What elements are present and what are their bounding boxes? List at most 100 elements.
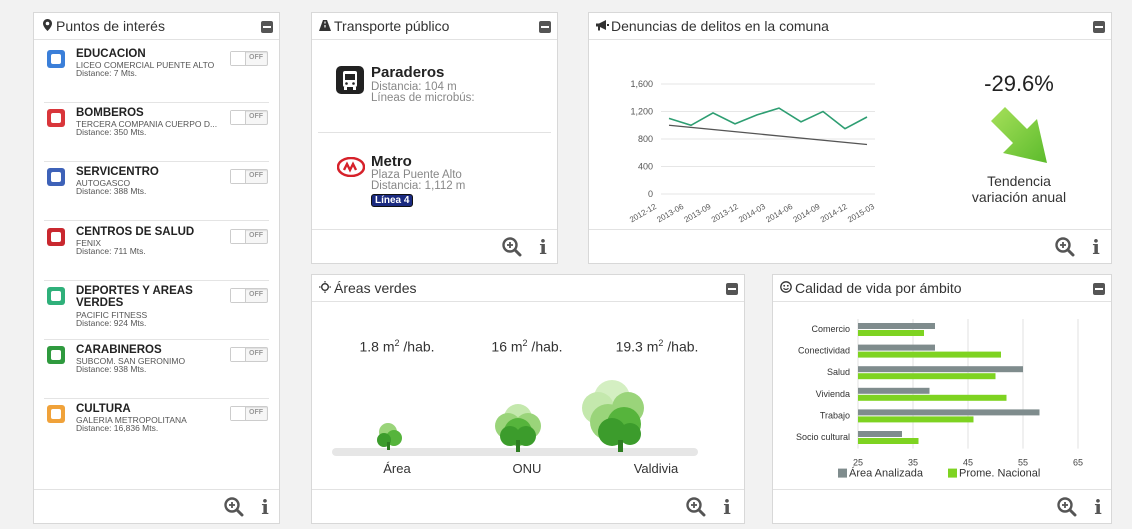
toggle-knob [231, 348, 246, 361]
poi-toggle[interactable]: OFF [230, 406, 268, 421]
green-areas-panel-title: Áreas verdes [334, 280, 417, 296]
tree-icon-medium [495, 404, 541, 452]
category-glyph-icon [51, 54, 61, 64]
poi-panel-header: Puntos de interés [34, 13, 279, 40]
area-name-1: Área [383, 461, 411, 476]
area-name-2: ONU [512, 461, 542, 476]
category-glyph-icon [51, 172, 61, 182]
x-tick-label: 25 [853, 458, 863, 468]
toggle-knob [231, 170, 246, 183]
x-tick-label: 45 [963, 458, 973, 468]
category-icon [47, 346, 65, 364]
poi-toggle[interactable]: OFF [230, 51, 268, 66]
minimize-button[interactable] [726, 283, 738, 295]
minimize-button[interactable] [1093, 283, 1105, 295]
area-value-1: 1.8 m2 /hab. [359, 338, 435, 355]
zoom-icon[interactable] [1057, 497, 1077, 517]
bar [858, 366, 1023, 373]
poi-distance: Distance: 16,836 Mts. [76, 423, 159, 433]
x-tick-label: 65 [1073, 458, 1083, 468]
quality-bar-chart: 25 35 45 55 65 Comercio Conectividad Salud Vivie… [796, 319, 1083, 480]
poi-category: CENTROS DE SALUD [76, 226, 195, 238]
category-icon [47, 287, 65, 305]
transport-panel-title: Transporte público [334, 18, 450, 34]
legend-label: Prome. Nacional [959, 468, 1040, 480]
panel-footer: i [34, 489, 279, 523]
x-tick-label: 2013-06 [655, 202, 685, 225]
area-value-2: 16 m2 /hab. [491, 338, 563, 355]
transport-panel: Transporte público Paraderos Distancia: … [311, 12, 558, 264]
info-icon[interactable]: i [538, 236, 548, 258]
minimize-button[interactable] [261, 21, 273, 33]
zoom-icon[interactable] [686, 497, 706, 517]
trend-label-1: Tendencia [987, 173, 1051, 189]
poi-toggle[interactable]: OFF [230, 169, 268, 184]
bar [858, 351, 1001, 358]
category-icon [47, 228, 65, 246]
trend-label-2: variación anual [971, 189, 1067, 205]
bar [858, 438, 919, 444]
minimize-button[interactable] [1093, 21, 1105, 33]
category-glyph-icon [51, 350, 61, 360]
toggle-label: OFF [249, 172, 263, 179]
toggle-label: OFF [249, 409, 263, 416]
info-icon[interactable]: i [260, 496, 270, 518]
category-icon [47, 109, 65, 127]
list-item: CARABINEROS SUBCOM. SAN GERONIMO Distance:… [44, 340, 269, 399]
poi-category: DEPORTES Y AREAS VERDES [76, 285, 193, 309]
poi-distance: Distance: 388 Mts. [76, 186, 147, 196]
category-label: Trabajo [820, 410, 850, 420]
category-glyph-icon [51, 291, 61, 301]
poi-category: BOMBEROS [76, 107, 144, 119]
bar [858, 373, 996, 380]
crime-panel: Denuncias de delitos en la comuna 0 400 80… [588, 12, 1112, 264]
transport-panel-header: Transporte público [312, 13, 557, 40]
category-label: Socio cultural [796, 432, 850, 442]
list-item: CENTROS DE SALUD FENIX Distance: 711 Mts. O… [44, 222, 269, 281]
list-item: DEPORTES Y AREAS VERDES PACIFIC FITNESS Di… [44, 281, 269, 340]
toggle-knob [231, 230, 246, 243]
x-tick-label: 2015-03 [846, 202, 876, 225]
poi-panel: Puntos de interés EDUCACION LICEO COMERCI… [33, 12, 280, 524]
category-glyph-icon [51, 409, 61, 419]
legend-swatch [838, 468, 847, 478]
toggle-knob [231, 52, 246, 65]
category-icon [47, 50, 65, 68]
metro-distance: Distancia: 1,112 m [371, 180, 466, 192]
bar [858, 416, 974, 423]
poi-toggle[interactable]: OFF [230, 229, 268, 244]
x-tick-label: 2012-12 [628, 202, 658, 225]
category-icon [47, 405, 65, 423]
tree-icon-large [582, 380, 644, 452]
poi-toggle[interactable]: OFF [230, 288, 268, 303]
bus-lines-label: Líneas de microbús: [371, 92, 475, 104]
info-icon[interactable]: i [1093, 496, 1103, 518]
toggle-label: OFF [249, 113, 263, 120]
info-icon[interactable]: i [722, 496, 732, 518]
poi-distance: Distance: 350 Mts. [76, 127, 147, 137]
trend-down-arrow-icon [987, 103, 1051, 167]
zoom-icon[interactable] [224, 497, 244, 517]
bar [858, 394, 1007, 401]
minimize-button[interactable] [539, 21, 551, 33]
toggle-label: OFF [249, 350, 263, 357]
poi-category: CULTURA [76, 403, 131, 415]
area-value-3: 19.3 m2 /hab. [615, 338, 699, 355]
info-icon[interactable]: i [1091, 236, 1101, 258]
panel-footer: i [773, 489, 1111, 523]
toggle-label: OFF [249, 291, 263, 298]
x-tick-label: 2013-12 [710, 202, 740, 225]
zoom-icon[interactable] [1055, 237, 1075, 257]
bus-stops-title: Paraderos [371, 64, 445, 81]
poi-toggle[interactable]: OFF [230, 110, 268, 125]
zoom-icon[interactable] [502, 237, 522, 257]
bullhorn-icon [595, 20, 609, 34]
list-item: CULTURA GALERIA METROPOLITANA Distance: 16… [44, 399, 269, 458]
list-item: SERVICENTRO AUTOGASCO Distance: 388 Mts. OF… [44, 162, 269, 221]
toggle-knob [231, 111, 246, 124]
poi-toggle[interactable]: OFF [230, 347, 268, 362]
x-tick-label: 2014-12 [819, 202, 849, 225]
bar [858, 323, 935, 329]
toggle-label: OFF [249, 54, 263, 61]
poi-category: SERVICENTRO [76, 166, 159, 178]
